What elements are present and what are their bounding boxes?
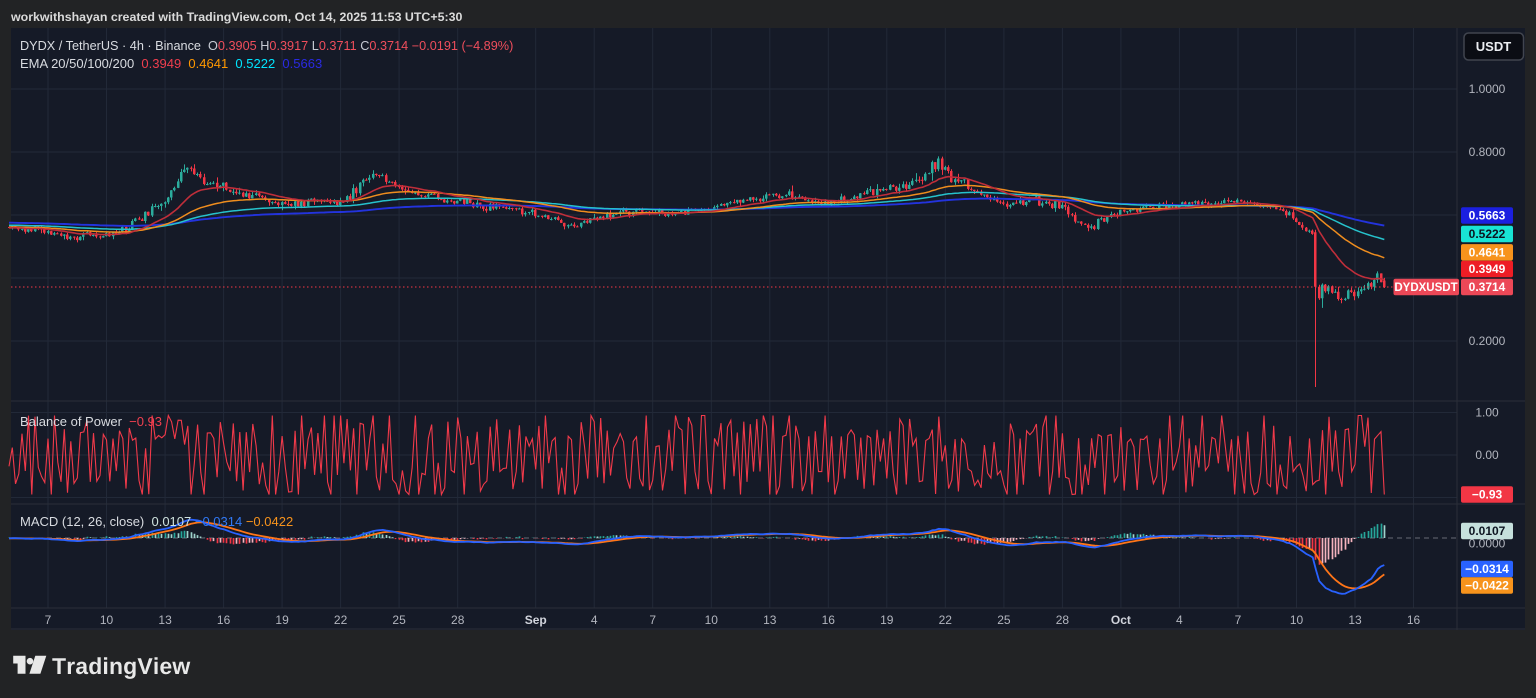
svg-text:−0.93: −0.93 [1472,488,1503,502]
svg-text:0.2000: 0.2000 [1469,334,1506,348]
svg-text:Balance of Power −0.93: Balance of Power −0.93 [20,414,162,429]
svg-text:0.00: 0.00 [1475,448,1499,462]
svg-text:4: 4 [1176,613,1183,627]
svg-text:16: 16 [1407,613,1421,627]
svg-text:19: 19 [275,613,289,627]
svg-text:0.5222: 0.5222 [1469,227,1506,241]
svg-text:USDT: USDT [1476,39,1511,54]
svg-text:0.3714: 0.3714 [1469,280,1506,294]
svg-text:16: 16 [822,613,836,627]
svg-text:1.00: 1.00 [1475,406,1499,420]
svg-text:Sep: Sep [525,613,547,627]
svg-text:10: 10 [1290,613,1304,627]
svg-text:0.0107: 0.0107 [1469,524,1506,538]
svg-text:0.8000: 0.8000 [1469,145,1506,159]
svg-text:22: 22 [939,613,953,627]
svg-text:0.5663: 0.5663 [1469,209,1506,223]
svg-text:7: 7 [649,613,656,627]
svg-text:−0.0314: −0.0314 [1465,562,1509,576]
svg-text:13: 13 [158,613,172,627]
svg-text:25: 25 [392,613,406,627]
svg-text:7: 7 [1235,613,1242,627]
svg-text:13: 13 [1348,613,1362,627]
svg-text:−0.0422: −0.0422 [1465,579,1509,593]
svg-text:MACD (12, 26, close) 0.0107 −: MACD (12, 26, close) 0.0107 −0.0314 −0.0… [20,514,293,529]
svg-text:EMA 20/50/100/200 0.3949 0.4: EMA 20/50/100/200 0.3949 0.4641 0.5222 0… [20,56,322,71]
svg-text:28: 28 [451,613,465,627]
svg-text:13: 13 [763,613,777,627]
svg-text:16: 16 [217,613,231,627]
svg-text:28: 28 [1056,613,1070,627]
svg-text:DYDXUSDT: DYDXUSDT [1394,282,1457,294]
svg-text:19: 19 [880,613,894,627]
svg-text:Oct: Oct [1111,613,1131,627]
svg-text:0.4641: 0.4641 [1469,246,1506,260]
svg-text:workwithshayan created with Tr: workwithshayan created with TradingView.… [10,10,463,24]
svg-text:10: 10 [100,613,114,627]
svg-text:22: 22 [334,613,348,627]
svg-text:4: 4 [591,613,598,627]
svg-text:DYDX / TetherUS · 4h · Binance: DYDX / TetherUS · 4h · Binance O0.3905 H… [20,39,513,53]
svg-text:10: 10 [705,613,719,627]
svg-text:0.3949: 0.3949 [1469,262,1506,276]
svg-text:25: 25 [997,613,1011,627]
svg-text:7: 7 [45,613,52,627]
svg-text:1.0000: 1.0000 [1469,82,1506,96]
